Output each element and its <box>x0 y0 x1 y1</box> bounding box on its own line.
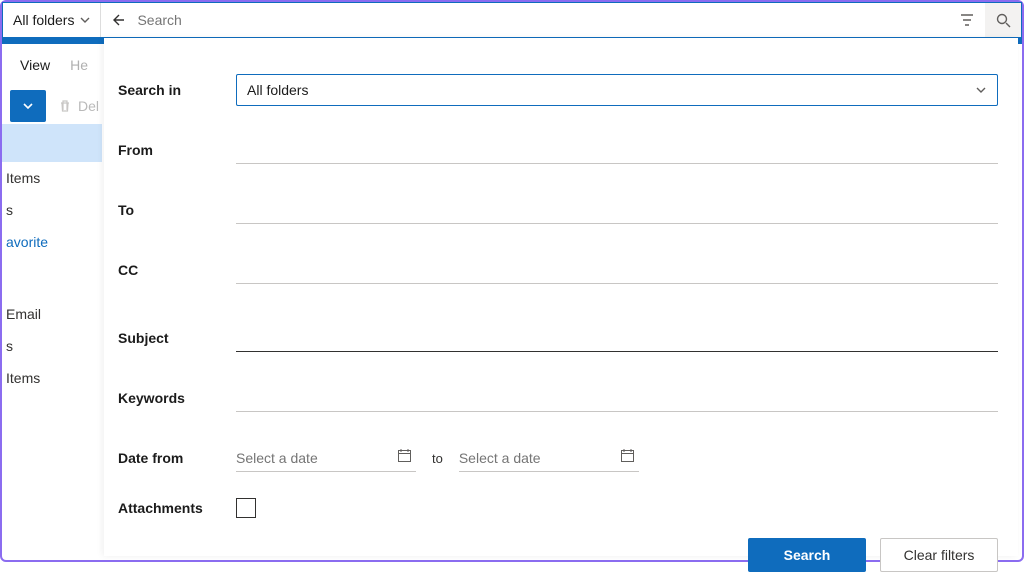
calendar-icon[interactable] <box>397 448 412 463</box>
sidebar-item[interactable]: s <box>2 194 102 226</box>
from-label: From <box>118 142 236 158</box>
calendar-icon[interactable] <box>620 448 635 463</box>
folder-sidebar: Items s avorite Email s Items <box>2 124 102 394</box>
attachments-checkbox[interactable] <box>236 498 256 518</box>
cc-label: CC <box>118 262 236 278</box>
sidebar-item[interactable]: Items <box>2 162 102 194</box>
trash-icon <box>58 99 72 113</box>
chevron-down-icon <box>975 84 987 96</box>
delete-button-partial: Del <box>58 98 99 114</box>
date-range-to: to <box>432 451 443 466</box>
from-input[interactable] <box>236 136 998 164</box>
folder-scope-dropdown[interactable]: All folders <box>3 3 101 37</box>
sidebar-item[interactable]: s <box>2 330 102 362</box>
arrow-left-icon <box>109 12 125 28</box>
filter-icon <box>960 13 974 27</box>
chevron-down-icon <box>80 15 90 25</box>
search-in-dropdown[interactable]: All folders <box>236 74 998 106</box>
cc-input[interactable] <box>236 256 998 284</box>
search-bar: All folders <box>2 2 1022 38</box>
keywords-input[interactable] <box>236 384 998 412</box>
filter-button[interactable] <box>949 3 985 37</box>
menu-view[interactable]: View <box>20 57 50 73</box>
clear-filters-button[interactable]: Clear filters <box>880 538 998 572</box>
search-input[interactable] <box>133 3 949 37</box>
sidebar-item-inbox[interactable] <box>2 124 102 162</box>
chevron-down-icon <box>22 100 34 112</box>
subject-input[interactable] <box>236 324 998 352</box>
search-in-value: All folders <box>247 82 308 98</box>
search-in-label: Search in <box>118 82 236 98</box>
advanced-search-panel: Search in All folders From To CC Subject… <box>104 38 1018 556</box>
folder-scope-label: All folders <box>13 12 74 28</box>
search-icon <box>996 13 1011 28</box>
attachments-label: Attachments <box>118 500 236 516</box>
search-submit-button[interactable]: Search <box>748 538 866 572</box>
to-input[interactable] <box>236 196 998 224</box>
search-button[interactable] <box>985 3 1021 37</box>
menu-help-partial[interactable]: He <box>70 57 88 73</box>
sidebar-item[interactable]: Email <box>2 298 102 330</box>
sidebar-item[interactable]: Items <box>2 362 102 394</box>
sidebar-item-favorite[interactable]: avorite <box>2 226 102 258</box>
keywords-label: Keywords <box>118 390 236 406</box>
to-label: To <box>118 202 236 218</box>
date-from-label: Date from <box>118 450 236 466</box>
date-from-input[interactable] <box>236 444 416 472</box>
subject-label: Subject <box>118 330 236 346</box>
date-to-input[interactable] <box>459 444 639 472</box>
back-button[interactable] <box>101 3 133 37</box>
new-mail-split-button[interactable] <box>10 90 46 122</box>
